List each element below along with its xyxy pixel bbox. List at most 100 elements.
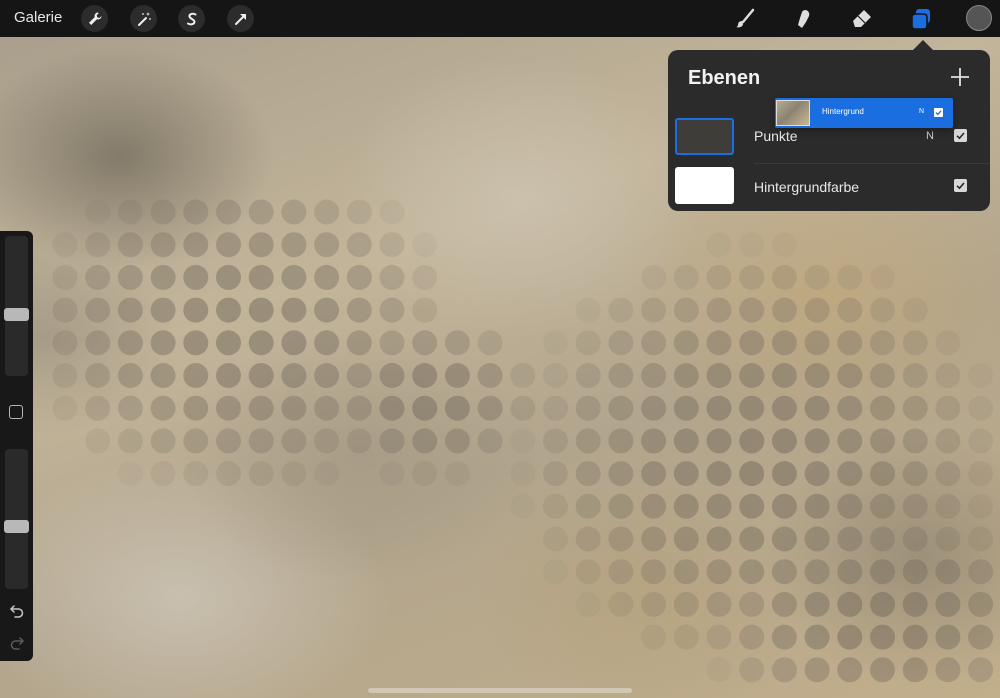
texture-dot [52, 395, 78, 421]
brush-size-thumb[interactable] [4, 308, 29, 321]
texture-dot [346, 363, 372, 388]
undo-icon[interactable] [9, 603, 25, 619]
visibility-checkbox[interactable] [954, 129, 967, 142]
texture-dot [870, 395, 895, 421]
texture-dot [902, 363, 928, 388]
texture-dot [52, 363, 78, 388]
texture-dot [706, 264, 732, 290]
texture-dot [444, 461, 470, 487]
texture-dot [673, 526, 699, 552]
texture-dot [968, 559, 994, 585]
texture-dot [739, 493, 765, 519]
selection-button[interactable] [178, 5, 205, 32]
texture-dot [739, 363, 765, 388]
texture-dot [837, 624, 863, 650]
layer-thumbnail [776, 100, 810, 126]
texture-dot [314, 297, 340, 323]
texture-dot [575, 363, 601, 388]
brush-size-slider[interactable] [4, 236, 29, 376]
smudge-icon [798, 10, 810, 28]
texture-dot [248, 330, 274, 356]
layers-icon [911, 9, 930, 30]
blend-mode-button[interactable]: N [926, 130, 934, 142]
texture-dot [216, 297, 241, 323]
texture-dot [870, 428, 895, 454]
texture-dot [281, 199, 307, 225]
adjustments-button[interactable] [130, 5, 157, 32]
texture-dot [346, 428, 372, 454]
opacity-slider[interactable] [4, 449, 29, 589]
texture-dot [804, 297, 830, 323]
texture-dot [52, 232, 78, 258]
texture-dot [641, 264, 667, 290]
brush-icon [736, 8, 755, 28]
texture-dot [608, 330, 634, 356]
texture-dot [575, 526, 601, 552]
texture-dot [150, 428, 176, 454]
texture-dot [379, 330, 405, 356]
visibility-checkbox[interactable] [954, 179, 967, 192]
dragged-layer-hintergrund[interactable]: Hintergrund N [775, 98, 953, 128]
texture-dot [281, 232, 307, 258]
texture-dot [739, 526, 765, 552]
texture-dot [444, 428, 470, 454]
texture-dot [935, 493, 961, 519]
texture-dot [968, 395, 994, 421]
brush-tool-button[interactable] [731, 5, 759, 33]
texture-dot [870, 526, 895, 552]
texture-dot [870, 264, 895, 290]
texture-dot [837, 428, 863, 454]
texture-dot [870, 657, 895, 683]
texture-dot [477, 395, 503, 421]
texture-dot [575, 330, 601, 356]
actions-button[interactable] [81, 5, 108, 32]
blend-mode-button[interactable]: N [919, 108, 924, 115]
texture-dot [248, 232, 274, 258]
texture-dot [837, 264, 863, 290]
texture-dot [575, 428, 601, 454]
visibility-checkbox[interactable] [934, 108, 943, 117]
texture-dot [346, 264, 372, 290]
texture-dot [771, 624, 797, 650]
texture-dot [85, 395, 111, 421]
texture-dot [346, 330, 372, 356]
texture-dot [281, 395, 307, 421]
texture-dot [641, 624, 667, 650]
texture-dot [314, 330, 340, 356]
texture-dot [52, 330, 78, 356]
texture-dot [673, 395, 699, 421]
texture-dot [379, 264, 405, 290]
redo-icon[interactable] [9, 635, 25, 651]
color-picker-button[interactable] [966, 5, 992, 31]
texture-dot [804, 428, 830, 454]
texture-dot [183, 363, 209, 388]
texture-dot [543, 428, 568, 454]
texture-dot [248, 428, 274, 454]
texture-dot [379, 461, 405, 487]
texture-dot [150, 297, 176, 323]
texture-dot [673, 493, 699, 519]
texture-dot [870, 461, 895, 487]
texture-dot [608, 297, 634, 323]
texture-dot [968, 591, 994, 617]
texture-dot [837, 657, 863, 683]
smudge-tool-button[interactable] [789, 5, 817, 33]
layers-button[interactable] [907, 5, 935, 33]
texture-dot [281, 264, 307, 290]
opacity-thumb[interactable] [4, 520, 29, 533]
texture-dot [870, 297, 895, 323]
texture-dot [902, 461, 928, 487]
transform-button[interactable] [227, 5, 254, 32]
plus-icon[interactable] [949, 66, 971, 88]
texture-dot [379, 297, 405, 323]
eraser-tool-button[interactable] [848, 5, 876, 33]
texture-dot [935, 624, 961, 650]
texture-dot [804, 395, 830, 421]
texture-dot [771, 330, 797, 356]
gallery-button[interactable]: Galerie [14, 9, 62, 26]
texture-dot [379, 363, 405, 388]
texture-dot [52, 264, 78, 290]
texture-dot [673, 624, 699, 650]
layer-row-hintergrundfarbe[interactable]: Hintergrundfarbe [668, 160, 990, 211]
modify-square-icon[interactable] [9, 405, 23, 419]
